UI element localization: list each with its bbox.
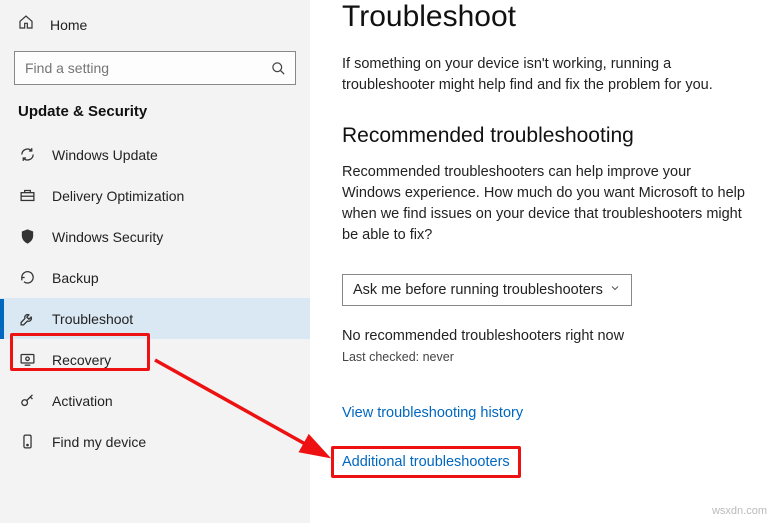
backup-icon [18, 269, 36, 286]
watermark: wsxdn.com [712, 505, 767, 517]
sidebar: Home Update & Security Windows Update De… [0, 0, 310, 523]
sidebar-item-windows-security[interactable]: Windows Security [0, 216, 310, 257]
sync-icon [18, 146, 36, 163]
main-content: Troubleshoot If something on your device… [310, 0, 775, 523]
intro-text: If something on your device isn't workin… [342, 54, 747, 96]
sidebar-item-windows-update[interactable]: Windows Update [0, 134, 310, 175]
sidebar-item-delivery-optimization[interactable]: Delivery Optimization [0, 175, 310, 216]
sidebar-item-label: Recovery [52, 352, 111, 368]
search-icon [261, 61, 295, 76]
sidebar-item-label: Windows Update [52, 147, 158, 163]
key-icon [18, 392, 36, 409]
search-input[interactable] [15, 60, 261, 76]
recovery-icon [18, 351, 36, 368]
recommended-title: Recommended troubleshooting [342, 124, 747, 148]
wrench-icon [18, 310, 36, 327]
sidebar-item-label: Delivery Optimization [52, 188, 184, 204]
search-wrap [0, 45, 310, 101]
page-title: Troubleshoot [342, 0, 747, 34]
status-text: No recommended troubleshooters right now [342, 328, 747, 344]
troubleshoot-preference-dropdown[interactable]: Ask me before running troubleshooters [342, 274, 632, 306]
search-box[interactable] [14, 51, 296, 85]
recommended-desc: Recommended troubleshooters can help imp… [342, 162, 747, 246]
section-title: Update & Security [0, 101, 310, 134]
additional-troubleshooters-wrap: Additional troubleshooters [332, 447, 520, 477]
location-icon [18, 433, 36, 450]
nav-list: Windows Update Delivery Optimization Win… [0, 134, 310, 462]
shield-icon [18, 228, 36, 245]
sidebar-item-label: Troubleshoot [52, 311, 133, 327]
sidebar-item-backup[interactable]: Backup [0, 257, 310, 298]
sidebar-item-label: Backup [52, 270, 99, 286]
additional-troubleshooters-link[interactable]: Additional troubleshooters [342, 454, 510, 470]
active-indicator [0, 299, 4, 339]
sidebar-item-label: Find my device [52, 434, 146, 450]
home-label: Home [50, 17, 87, 33]
home-icon [18, 14, 36, 35]
sidebar-item-activation[interactable]: Activation [0, 380, 310, 421]
last-checked-text: Last checked: never [342, 350, 747, 364]
dropdown-value: Ask me before running troubleshooters [353, 282, 603, 298]
delivery-icon [18, 187, 36, 204]
view-history-link[interactable]: View troubleshooting history [342, 405, 523, 421]
sidebar-item-find-my-device[interactable]: Find my device [0, 421, 310, 462]
chevron-down-icon [609, 282, 621, 298]
sidebar-item-troubleshoot[interactable]: Troubleshoot [0, 298, 310, 339]
home-nav[interactable]: Home [0, 6, 310, 45]
sidebar-item-label: Windows Security [52, 229, 163, 245]
sidebar-item-recovery[interactable]: Recovery [0, 339, 310, 380]
sidebar-item-label: Activation [52, 393, 113, 409]
